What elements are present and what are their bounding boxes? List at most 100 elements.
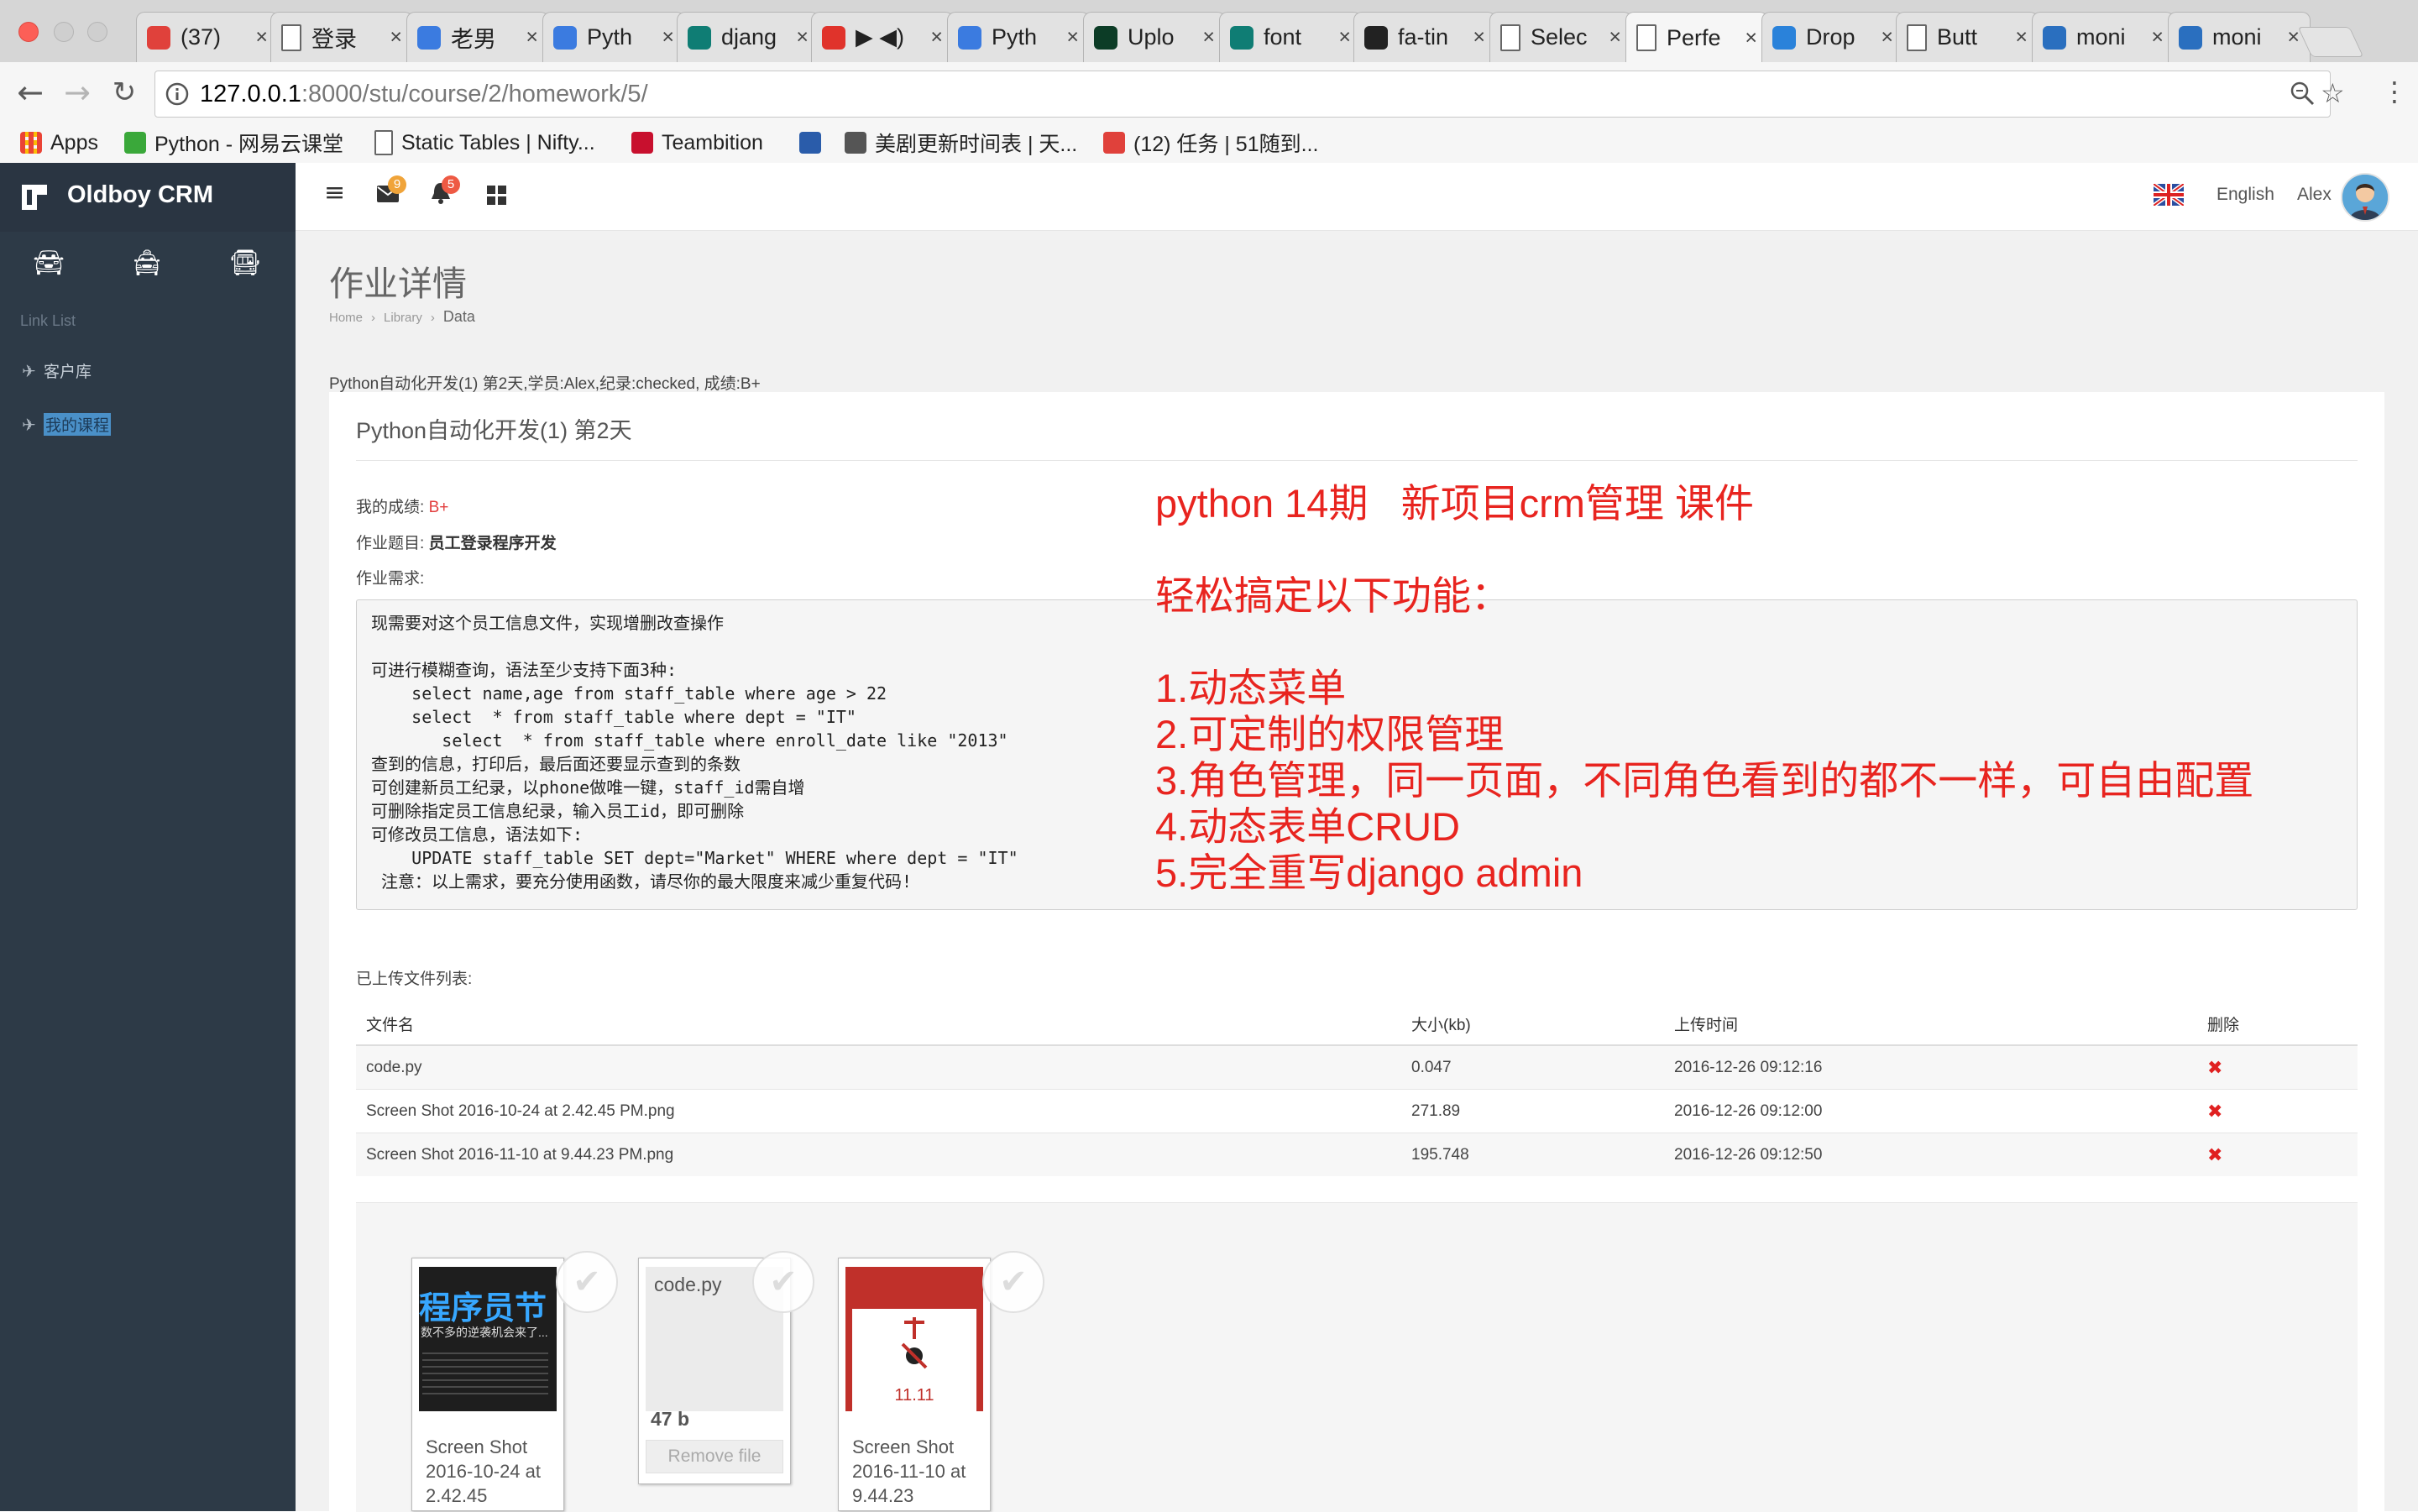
close-tab-icon[interactable]: × <box>662 25 674 50</box>
taxi-icon[interactable]: 🚖︎ <box>130 249 164 282</box>
browser-tab[interactable]: fa-tin × <box>1353 12 1496 62</box>
reload-icon[interactable]: ↻ <box>106 74 143 111</box>
browser-tab[interactable]: Uplo × <box>1083 12 1226 62</box>
checkmark-icon: ✔ <box>556 1251 618 1313</box>
browser-tab[interactable]: ▶ ◀) × <box>811 12 954 62</box>
table-row: Screen Shot 2016-11-10 at 9.44.23 PM.png… <box>356 1133 2358 1176</box>
close-tab-icon[interactable]: × <box>2287 25 2300 50</box>
file-name[interactable]: Screen Shot 2016-10-24 at 2.42.45 PM.png <box>356 1089 1401 1133</box>
blue-flower-icon <box>417 25 441 50</box>
apps-grid-icon <box>20 132 42 154</box>
delete-x-icon[interactable]: ✖ <box>2207 1144 2222 1165</box>
tab-title: Pyth <box>992 24 1038 50</box>
minimize-window-button[interactable] <box>54 22 74 42</box>
browser-tab[interactable]: djang × <box>677 12 819 62</box>
remove-file-button[interactable]: Remove file <box>646 1440 783 1473</box>
close-tab-icon[interactable]: × <box>1881 25 1893 50</box>
tab-title: ▶ ◀) <box>856 24 905 50</box>
close-tab-icon[interactable]: × <box>2151 25 2164 50</box>
table-row: Screen Shot 2016-10-24 at 2.42.45 PM.png… <box>356 1089 2358 1133</box>
tab-title: Uplo <box>1128 24 1175 50</box>
browser-tab[interactable]: moni × <box>2032 12 2175 62</box>
file-name: code.py <box>654 1274 722 1295</box>
browser-tab[interactable]: font × <box>1219 12 1362 62</box>
close-tab-icon[interactable]: × <box>1473 25 1485 50</box>
browser-tab[interactable]: moni × <box>2168 12 2311 62</box>
close-tab-icon[interactable]: × <box>1202 25 1215 50</box>
forward-arrow-icon[interactable]: → <box>59 74 96 111</box>
close-window-button[interactable] <box>18 22 39 42</box>
close-tab-icon[interactable]: × <box>2015 25 2028 50</box>
column-header: 上传时间 <box>1664 1002 2197 1046</box>
on-icon <box>2043 25 2066 50</box>
delete-x-icon[interactable]: ✖ <box>2207 1101 2222 1122</box>
close-tab-icon[interactable]: × <box>390 25 402 50</box>
avatar[interactable] <box>2341 173 2389 222</box>
browser-tab[interactable]: Drop × <box>1761 12 1904 62</box>
close-tab-icon[interactable]: × <box>255 25 268 50</box>
tab-title: Pyth <box>587 24 633 50</box>
close-tab-icon[interactable]: × <box>1609 25 1621 50</box>
delete-cell: ✖ <box>2197 1133 2358 1176</box>
upload-time: 2016-12-26 09:12:00 <box>1664 1089 2197 1133</box>
browser-tab[interactable]: Butt × <box>1896 12 2039 62</box>
django-icon <box>1094 25 1117 50</box>
dropzone-file-preview[interactable]: 程序员节 数不多的逆袭机会来了... Screen Shot 2016-10-2… <box>411 1258 564 1511</box>
grade-label: 我的成绩: <box>356 499 429 516</box>
brand-name[interactable]: Oldboy CRM <box>67 181 213 209</box>
chevron-right-icon: › <box>430 311 435 325</box>
zoom-icon[interactable] <box>2289 80 2316 107</box>
browser-tab[interactable]: 登录 × <box>270 12 413 62</box>
bookmark-item[interactable]: 美剧更新时间表 | 天... <box>845 126 1077 160</box>
info-icon[interactable] <box>165 81 190 107</box>
menu-toggle-icon[interactable]: ≡ <box>324 178 345 207</box>
grid-apps-icon[interactable] <box>487 186 507 206</box>
language-selector[interactable]: English <box>2216 185 2274 205</box>
topic-row: 作业题目: 员工登录程序开发 <box>356 531 557 553</box>
browser-tab[interactable]: Selec × <box>1489 12 1632 62</box>
url-text[interactable]: 127.0.0.1:8000/stu/course/2/homework/5/ <box>200 81 648 108</box>
tab-title: (37) <box>181 24 222 50</box>
back-arrow-icon[interactable]: ← <box>12 74 49 111</box>
bookmark-item[interactable]: Teambition <box>631 126 763 160</box>
sidebar-item-customers[interactable]: ✈ 客户库 <box>22 359 92 382</box>
breadcrumb-library[interactable]: Library <box>384 311 422 326</box>
dropzone-file-preview[interactable]: 11.11 Screen Shot 2016-11-10 at 9.44.23 <box>838 1258 991 1511</box>
close-tab-icon[interactable]: × <box>930 25 943 50</box>
menu-dots-icon[interactable]: ⋮ <box>2381 76 2408 107</box>
checkmark-icon: ✔ <box>982 1251 1044 1313</box>
maximize-window-button[interactable] <box>87 22 107 42</box>
car-icon[interactable]: 🚘︎ <box>32 249 65 282</box>
bookmark-item[interactable]: Apps <box>20 126 98 160</box>
browser-tab[interactable]: Pyth × <box>542 12 685 62</box>
file-name[interactable]: code.py <box>356 1044 1401 1090</box>
grade-value: B+ <box>428 499 449 516</box>
bus-icon[interactable]: 🚍︎ <box>228 249 262 282</box>
bookmark-item[interactable]: (12) 任务 | 51随到... <box>1103 126 1318 160</box>
close-tab-icon[interactable]: × <box>1338 25 1351 50</box>
file-size: 271.89 <box>1401 1089 1664 1133</box>
uk-flag-icon[interactable] <box>2154 184 2184 206</box>
browser-tab[interactable]: (37) × <box>136 12 279 62</box>
browser-tab[interactable]: 老男 × <box>406 12 549 62</box>
sidebar-item-label: 我的课程 <box>44 413 112 436</box>
file-name[interactable]: Screen Shot 2016-11-10 at 9.44.23 PM.png <box>356 1133 1401 1176</box>
user-name[interactable]: Alex <box>2297 185 2332 205</box>
blue-flower-icon <box>958 25 981 50</box>
bookmark-star-icon[interactable]: ☆ <box>2321 77 2345 109</box>
notification-count-badge: 5 <box>442 175 460 194</box>
close-tab-icon[interactable]: × <box>796 25 809 50</box>
close-tab-icon[interactable]: × <box>1066 25 1079 50</box>
breadcrumb-home[interactable]: Home <box>329 311 363 326</box>
bookmark-item[interactable] <box>799 126 830 160</box>
bookmark-item[interactable]: Python - 网易云课堂 <box>124 126 343 160</box>
browser-tab[interactable]: Perfe × <box>1625 12 1768 63</box>
bookmark-item[interactable]: Static Tables | Nifty... <box>374 126 595 160</box>
close-tab-icon[interactable]: × <box>1745 26 1757 50</box>
delete-x-icon[interactable]: ✖ <box>2207 1057 2222 1078</box>
sidebar-item-my-courses[interactable]: ✈ 我的课程 <box>22 413 112 436</box>
tab-title: 老男 <box>451 27 496 52</box>
delete-cell: ✖ <box>2197 1044 2358 1090</box>
close-tab-icon[interactable]: × <box>526 25 538 50</box>
browser-tab[interactable]: Pyth × <box>947 12 1090 62</box>
